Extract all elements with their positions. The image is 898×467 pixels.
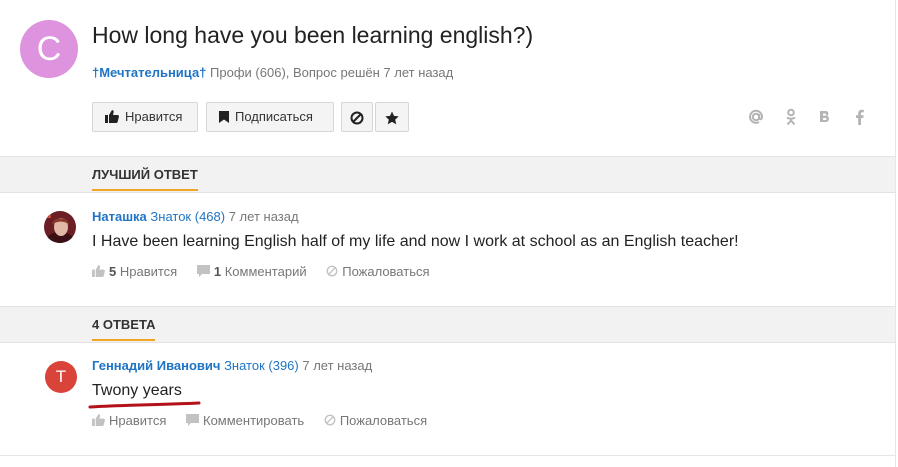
block-button[interactable] <box>341 102 373 132</box>
report-icon <box>326 265 338 277</box>
best-answer-report-label: Пожаловаться <box>342 264 430 279</box>
block-icon <box>350 111 364 125</box>
best-answer-like-label: Нравится <box>119 264 178 279</box>
thumbs-up-icon <box>92 265 105 278</box>
question-header: С How long have you been learning englis… <box>0 0 895 156</box>
answer-actions: Нравится Комментировать Пожаловаться <box>92 413 443 428</box>
best-answer-report-link[interactable]: Пожаловаться <box>326 264 430 279</box>
report-icon <box>324 414 336 426</box>
subscribe-button[interactable]: Подписаться <box>206 102 334 132</box>
comment-icon <box>186 414 199 427</box>
best-answer-time: 7 лет назад <box>228 209 299 224</box>
answer-like-button[interactable]: Нравится <box>92 413 166 428</box>
best-answer-comment-count: 1 <box>213 264 222 279</box>
thumbs-up-icon <box>92 414 105 427</box>
best-answer-like-button[interactable]: 5 Нравится <box>92 264 177 279</box>
answers-header: 4 ОТВЕТА <box>0 306 895 343</box>
question-meta: †Мечтательница† Профи (606), Вопрос решё… <box>92 65 453 80</box>
best-answer-author-link[interactable]: Наташка <box>92 209 147 224</box>
answer-report-label: Пожаловаться <box>339 413 428 428</box>
favorite-button[interactable] <box>375 102 409 132</box>
best-answer-comments-link[interactable]: 1 Комментарий <box>196 264 307 279</box>
question-title: How long have you been learning english?… <box>92 22 534 48</box>
comment-icon <box>196 265 210 278</box>
vk-icon[interactable] <box>816 108 834 126</box>
facebook-icon[interactable] <box>851 108 869 126</box>
answer-time: 7 лет назад <box>302 358 373 373</box>
question-author-info: Профи (606), Вопрос решён 7 лет назад <box>210 65 454 80</box>
best-answer-like-count: 5 <box>109 264 117 279</box>
question-page: С How long have you been learning englis… <box>0 0 896 467</box>
answer-report-link[interactable]: Пожаловаться <box>324 413 427 428</box>
red-underline-annotation <box>88 401 201 409</box>
best-answer-actions: 5 Нравится 1 Комментарий Пожаловаться <box>92 264 446 279</box>
answer-rank[interactable]: Знаток (396) <box>224 358 299 373</box>
odnoklassniki-icon[interactable] <box>782 108 800 126</box>
answer-divider <box>0 455 895 456</box>
best-answer-meta: Наташка Знаток (468) 7 лет назад <box>92 209 299 224</box>
best-answer-header: ЛУЧШИЙ ОТВЕТ <box>0 156 895 193</box>
user-photo <box>44 211 76 243</box>
answer-author-avatar[interactable]: Т <box>45 361 77 393</box>
at-icon[interactable] <box>747 108 765 126</box>
question-author-avatar[interactable]: С <box>20 20 78 78</box>
answer-comment-button[interactable]: Комментировать <box>186 413 304 428</box>
like-button[interactable]: Нравится <box>92 102 198 132</box>
best-answer-comment-label: Комментарий <box>224 264 307 279</box>
best-answer-rank[interactable]: Знаток (468) <box>150 209 225 224</box>
answer-text: Twony years <box>92 382 182 399</box>
subscribe-button-label: Подписаться <box>235 109 313 124</box>
answers-count-tab: 4 ОТВЕТА <box>92 317 156 341</box>
best-answer-tab: ЛУЧШИЙ ОТВЕТ <box>92 167 198 191</box>
answer-author-link[interactable]: Геннадий Иванович <box>92 358 220 373</box>
star-icon <box>385 111 399 124</box>
answer-comment-label: Комментировать <box>203 413 305 428</box>
thumbs-up-icon <box>105 110 119 124</box>
best-answer-text: I Have been learning English half of my … <box>92 233 739 250</box>
best-answer-avatar[interactable] <box>44 211 76 243</box>
bookmark-icon <box>219 110 229 123</box>
answer-meta: Геннадий Иванович Знаток (396) 7 лет наз… <box>92 358 372 373</box>
like-button-label: Нравится <box>125 109 183 124</box>
answer-like-label: Нравится <box>109 413 167 428</box>
question-author-link[interactable]: †Мечтательница† <box>92 65 206 80</box>
